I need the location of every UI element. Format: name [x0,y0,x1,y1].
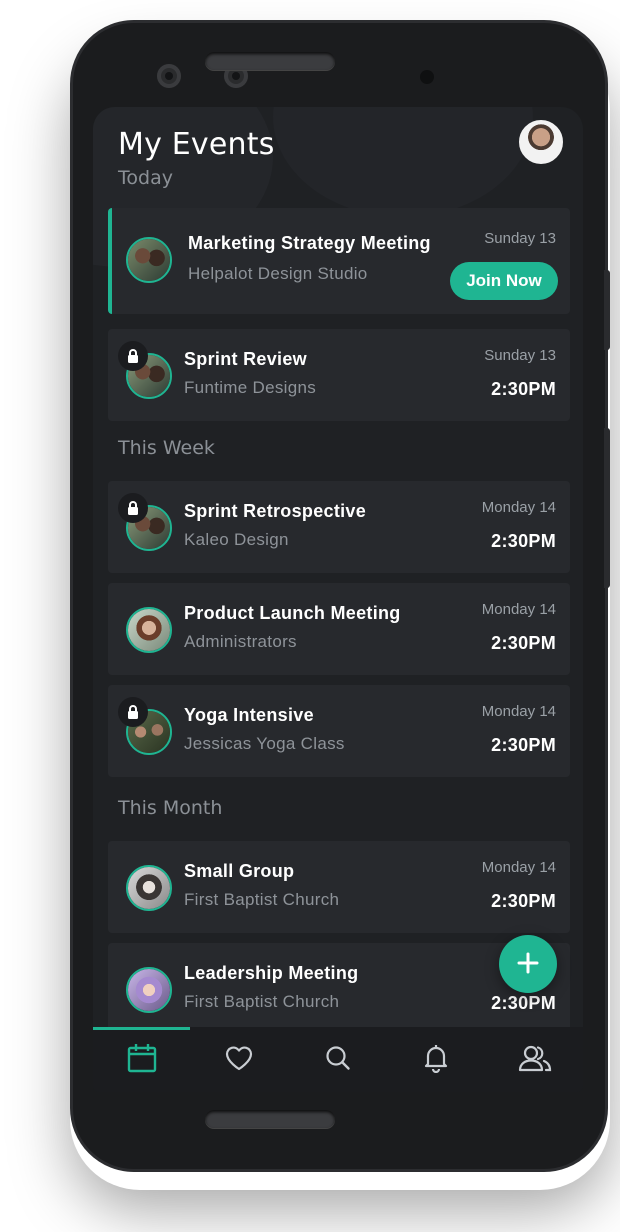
people-icon [518,1043,552,1076]
active-tab-indicator [93,1027,190,1030]
event-organizer: Helpalot Design Studio [188,264,368,283]
top-speaker [205,52,335,70]
event-date: Monday 14 [481,703,556,720]
bottom-tab-bar [93,1027,583,1092]
event-organizer: Administrators [184,632,297,651]
event-avatar [126,607,172,653]
event-card[interactable]: Marketing Strategy Meeting Helpalot Desi… [108,208,570,314]
event-time: 2:30PM [491,633,556,653]
event-date: Monday 14 [481,859,556,876]
event-card[interactable]: Sprint Review Funtime Designs Sunday 13 … [108,329,570,421]
add-event-button[interactable] [499,935,557,993]
bell-icon [423,1043,449,1076]
event-time: 2:30PM [491,891,556,911]
event-title: Product Launch Meeting [184,603,401,623]
event-title: Yoga Intensive [184,705,314,725]
event-title: Sprint Review [184,349,307,369]
tab-people[interactable] [517,1041,553,1077]
event-card[interactable]: Sprint Retrospective Kaleo Design Monday… [108,481,570,573]
bottom-speaker [205,1110,335,1128]
user-avatar[interactable] [519,120,563,164]
page-title: My Events [118,127,275,162]
tab-calendar[interactable] [124,1041,160,1077]
event-avatar [126,865,172,911]
event-organizer: Kaleo Design [184,530,289,549]
event-organizer: Jessicas Yoga Class [184,734,345,753]
event-organizer: First Baptist Church [184,890,340,909]
heart-icon [224,1044,254,1075]
event-card[interactable]: Yoga Intensive Jessicas Yoga Class Monda… [108,685,570,777]
event-time: 2:30PM [491,735,556,755]
event-card[interactable]: Product Launch Meeting Administrators Mo… [108,583,570,675]
event-avatar [126,967,172,1013]
event-time: 2:30PM [491,379,556,399]
event-organizer: First Baptist Church [184,992,340,1011]
event-title: Sprint Retrospective [184,501,367,521]
event-date: Monday 14 [481,601,556,618]
tab-favorites[interactable] [221,1041,257,1077]
event-card[interactable]: Small Group First Baptist Church Monday … [108,841,570,933]
lock-icon [118,697,148,727]
calendar-icon [126,1042,158,1077]
proximity-sensor [420,70,434,84]
event-date: Sunday 13 [484,347,556,364]
event-time: 2:30PM [491,993,556,1013]
event-title: Leadership Meeting [184,963,359,983]
event-title: Small Group [184,861,295,881]
plus-icon [517,952,539,977]
event-time: 2:30PM [491,531,556,551]
background-blob [273,107,533,217]
lock-icon [118,341,148,371]
power-button [604,428,610,588]
tab-search[interactable] [320,1041,356,1077]
join-now-button[interactable]: Join Now [450,262,558,300]
section-this-month-label: This Month [118,797,223,819]
section-this-week-label: This Week [118,437,215,459]
event-organizer: Funtime Designs [184,378,317,397]
search-icon [324,1044,352,1075]
event-date: Sunday 13 [484,230,556,247]
volume-button [604,270,610,350]
section-today-label: Today [118,167,173,189]
event-date: Monday 14 [481,499,556,516]
app-screen: My Events Today Marketing Strategy Meeti… [93,107,583,1092]
event-title: Marketing Strategy Meeting [188,233,431,253]
lock-icon [118,493,148,523]
tab-notifications[interactable] [418,1041,454,1077]
event-avatar [126,237,172,283]
front-camera-icon [157,64,181,88]
